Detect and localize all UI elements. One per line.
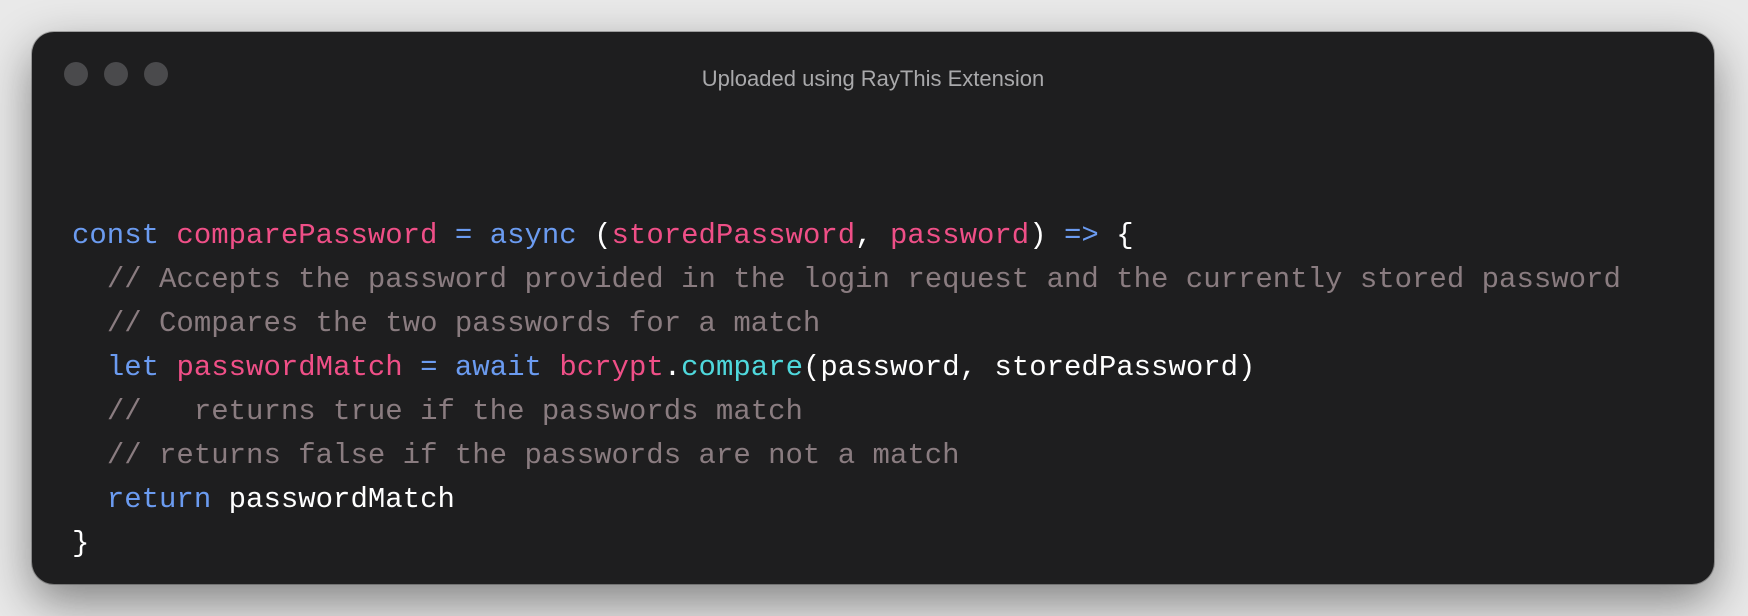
code-token-keyword: async	[489, 219, 577, 252]
code-token-keyword: return	[106, 483, 212, 516]
code-window: Uploaded using RayThis Extension const c…	[32, 32, 1714, 584]
code-token-keyword: =	[454, 219, 473, 252]
code-token-identifier: storedPassword	[611, 219, 856, 252]
code-token-comment: // Compares the two passwords for a matc…	[106, 307, 821, 340]
code-token-plain: (	[576, 219, 612, 252]
code-token-identifier: comparePassword	[176, 219, 438, 252]
code-token-comment: // returns true if the passwords match	[106, 395, 803, 428]
code-line: const comparePassword = async (storedPas…	[72, 214, 1621, 258]
code-block: const comparePassword = async (storedPas…	[72, 214, 1621, 566]
code-token-plain: .	[663, 351, 682, 384]
window-title: Uploaded using RayThis Extension	[701, 66, 1045, 91]
code-token-method: compare	[681, 351, 803, 384]
code-token-keyword: =	[420, 351, 438, 384]
code-line: // returns false if the passwords are no…	[72, 434, 1621, 478]
title-bar: Uploaded using RayThis Extension	[32, 32, 1714, 122]
code-line: // returns true if the passwords match	[72, 390, 1621, 434]
code-line: // Accepts the password provided in the …	[72, 258, 1621, 302]
code-token-plain: }	[72, 527, 90, 560]
code-line: }	[72, 522, 1621, 566]
code-token-plain: {	[1098, 219, 1134, 252]
code-token-plain: )	[1029, 219, 1065, 252]
code-token-identifier: passwordMatch	[176, 351, 403, 384]
code-token-plain: passwordMatch	[211, 483, 455, 516]
code-token-identifier: bcrypt	[559, 351, 664, 384]
code-line: let passwordMatch = await bcrypt.compare…	[72, 346, 1621, 390]
code-token-keyword: let	[106, 351, 160, 384]
code-token-keyword: await	[454, 351, 542, 384]
code-token-comment: // Accepts the password provided in the …	[106, 263, 1621, 296]
code-token-comment: // returns false if the passwords are no…	[106, 439, 960, 472]
code-token-identifier: password	[889, 219, 1030, 252]
code-line: // Compares the two passwords for a matc…	[72, 302, 1621, 346]
code-line: return passwordMatch	[72, 478, 1621, 522]
code-token-keyword: =>	[1064, 219, 1099, 252]
code-token-plain: ,	[855, 219, 890, 252]
code-token-plain: (password, storedPassword)	[802, 351, 1256, 384]
code-token-keyword: const	[72, 219, 160, 252]
